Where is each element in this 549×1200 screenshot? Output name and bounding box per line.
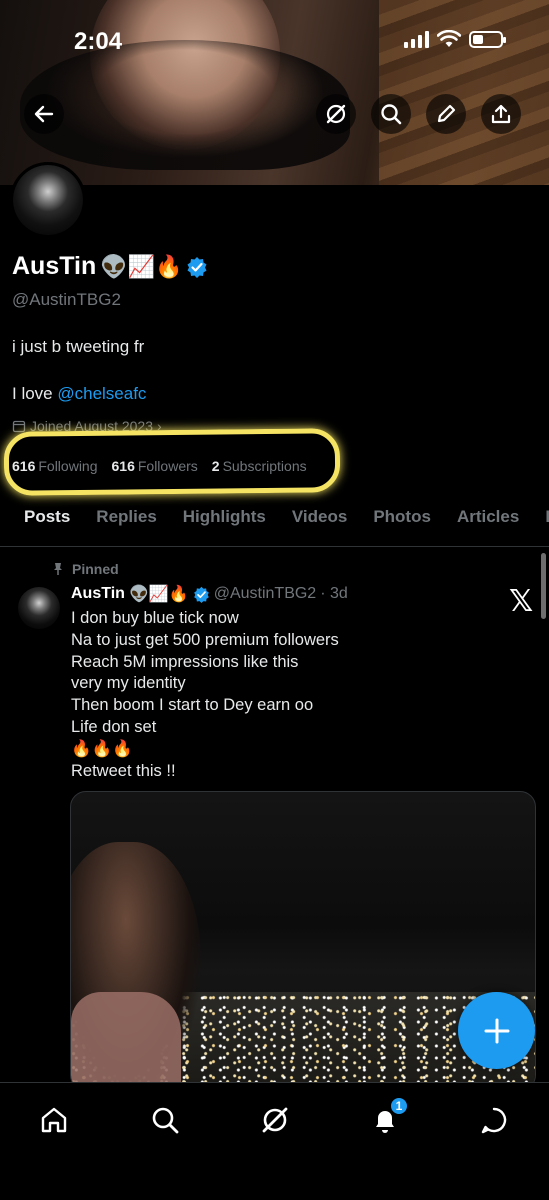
calendar-icon	[12, 420, 26, 433]
profile-avatar[interactable]	[10, 162, 86, 238]
scrollbar[interactable]	[541, 553, 546, 619]
nav-notifications[interactable]: 1	[365, 1096, 409, 1140]
post-author-name[interactable]: AusTin	[71, 585, 125, 603]
status-icons	[404, 30, 506, 48]
profile-name: AusTin	[12, 252, 97, 280]
verified-badge-icon	[193, 586, 209, 603]
nav-home[interactable]	[34, 1100, 74, 1140]
profile-tabs: Posts Replies Highlights Videos Photos A…	[0, 495, 549, 547]
tab-articles[interactable]: Articles	[457, 495, 519, 546]
post-time: · 3d	[320, 585, 348, 602]
compose-button[interactable]	[458, 992, 535, 1069]
grok-icon	[326, 104, 346, 124]
edit-icon	[437, 104, 456, 123]
profile-bio-line1: i just b tweeting fr	[12, 337, 145, 356]
notifications-badge: 1	[389, 1096, 409, 1116]
x-logo-icon[interactable]: 𝕏	[509, 584, 533, 619]
messages-icon	[481, 1107, 507, 1134]
back-arrow-icon	[34, 105, 54, 123]
plus-icon	[484, 1018, 509, 1043]
tab-posts[interactable]: Posts	[24, 495, 70, 546]
status-time: 2:04	[74, 28, 123, 55]
bio-mention-link[interactable]: @chelseafc	[57, 384, 146, 403]
pin-icon	[54, 563, 62, 575]
cellular-signal-icon	[404, 30, 429, 48]
post-author-avatar[interactable]	[18, 587, 60, 629]
grok-button[interactable]	[316, 94, 356, 134]
tab-likes[interactable]: Li	[545, 495, 549, 546]
nav-messages[interactable]	[474, 1100, 514, 1140]
status-bar: 2:04	[0, 0, 549, 80]
profile-name-row: AusTin 👽📈🔥	[12, 252, 208, 281]
pinned-label: Pinned	[52, 561, 119, 577]
tab-replies[interactable]: Replies	[96, 495, 156, 546]
nav-search[interactable]	[145, 1100, 185, 1140]
home-icon	[41, 1107, 67, 1133]
tab-videos[interactable]: Videos	[292, 495, 347, 546]
person-shirt	[71, 992, 181, 1090]
nav-grok[interactable]	[255, 1100, 295, 1140]
profile-name-emojis: 👽📈🔥	[100, 253, 183, 279]
share-icon	[491, 104, 511, 124]
post-header: AusTin 👽📈🔥 @AustinTBG2 · 3d	[71, 584, 348, 604]
search-icon	[152, 1107, 179, 1134]
search-button[interactable]	[371, 94, 411, 134]
post-author-handle: @AustinTBG2	[213, 585, 317, 602]
tab-highlights[interactable]: Highlights	[183, 495, 266, 546]
back-button[interactable]	[24, 94, 64, 134]
bio-text: I love	[12, 384, 58, 403]
wifi-icon	[437, 30, 461, 47]
battery-icon	[469, 30, 506, 48]
grok-icon	[262, 1107, 288, 1133]
profile-handle: @AustinTBG2	[12, 290, 121, 309]
post-author-emojis: 👽📈🔥	[128, 586, 189, 603]
bottom-navigation: 1	[0, 1082, 549, 1200]
edit-button[interactable]	[426, 94, 466, 134]
verified-badge-icon[interactable]	[186, 256, 208, 278]
share-button[interactable]	[481, 94, 521, 134]
profile-bio-line2: I love @chelseafc	[12, 384, 146, 404]
search-icon	[381, 104, 402, 125]
tab-photos[interactable]: Photos	[373, 495, 431, 546]
post-text: I don buy blue tick now Na to just get 5…	[71, 609, 339, 780]
yellow-highlight-annotation	[3, 428, 341, 496]
